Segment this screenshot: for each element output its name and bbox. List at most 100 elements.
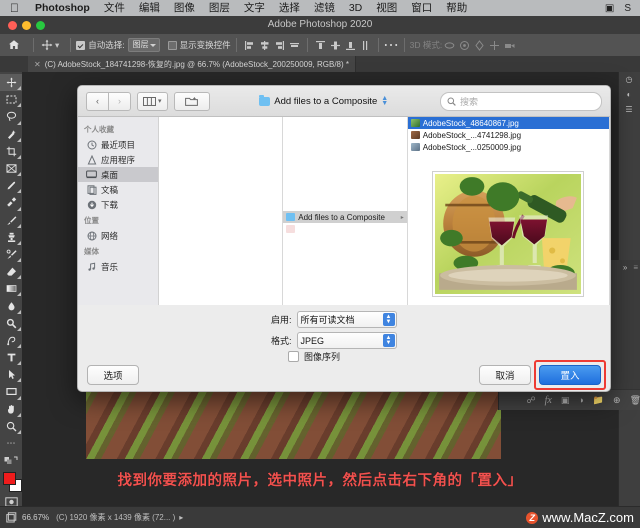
apple-menu-icon[interactable]: : [0, 0, 28, 16]
zoom-level[interactable]: 66.67%: [22, 513, 56, 522]
gradient-tool[interactable]: [0, 280, 22, 297]
menu-item-3d[interactable]: 3D: [342, 0, 369, 16]
lasso-tool[interactable]: [0, 108, 22, 125]
menu-item-select[interactable]: 选择: [272, 0, 307, 16]
menu-item-photoshop[interactable]: Photoshop: [28, 0, 97, 16]
menu-item-help[interactable]: 帮助: [439, 0, 474, 16]
fx-icon[interactable]: fx: [545, 395, 552, 406]
chevron-right-icon[interactable]: ▸: [179, 513, 183, 522]
link-icon[interactable]: ☍: [527, 395, 536, 406]
align-horizontal-centers-icon[interactable]: [257, 38, 272, 53]
default-colors-icon[interactable]: [0, 452, 22, 469]
menu-item-type[interactable]: 文字: [237, 0, 272, 16]
finder-column-3[interactable]: AdobeStock_48640867.jpg AdobeStock_...47…: [407, 117, 610, 305]
sidebar-item-applications[interactable]: 应用程序: [78, 152, 158, 167]
sidebar-item-downloads[interactable]: 下载: [78, 197, 158, 212]
foreground-color-swatch[interactable]: [3, 472, 16, 486]
menu-item-file[interactable]: 文件: [97, 0, 132, 16]
distribute-top-icon[interactable]: [313, 38, 328, 53]
file-row-selected[interactable]: AdobeStock_48640867.jpg: [407, 117, 609, 129]
back-button[interactable]: ‹: [86, 91, 108, 111]
menu-item-layer[interactable]: 图层: [202, 0, 237, 16]
forward-button[interactable]: ›: [108, 91, 131, 111]
chevron-updown-icon[interactable]: ▲ ▼: [381, 95, 388, 107]
sidebar-item-network[interactable]: 网络: [78, 228, 158, 243]
blur-tool[interactable]: [0, 297, 22, 314]
history-brush-tool[interactable]: [0, 246, 22, 263]
edit-toolbar-icon[interactable]: ⋯: [0, 435, 22, 452]
image-sequence-checkbox[interactable]: [288, 351, 299, 362]
eyedropper-tool[interactable]: [0, 177, 22, 194]
align-top-edges-icon[interactable]: [287, 38, 302, 53]
rectangle-tool[interactable]: [0, 383, 22, 400]
path-popup-button[interactable]: Add files to a Composite ▲ ▼: [256, 92, 393, 110]
align-left-edges-icon[interactable]: [242, 38, 257, 53]
search-input[interactable]: 搜索: [440, 91, 602, 111]
close-icon[interactable]: ✕: [34, 60, 41, 69]
file-row-faded[interactable]: [283, 223, 407, 235]
healing-brush-tool[interactable]: [0, 194, 22, 211]
chevron-updown-icon[interactable]: ▲ ▼: [382, 334, 395, 347]
distribute-bottom-icon[interactable]: [343, 38, 358, 53]
new-folder-button[interactable]: [173, 91, 210, 111]
minimize-window-button[interactable]: [22, 21, 31, 30]
distribute-left-icon[interactable]: [358, 38, 373, 53]
sidebar-item-documents[interactable]: 文稿: [78, 182, 158, 197]
path-selection-tool[interactable]: [0, 366, 22, 383]
chevron-right-double-icon[interactable]: »: [623, 263, 627, 272]
panel-menu-icon[interactable]: ≡: [633, 263, 638, 272]
type-tool[interactable]: [0, 349, 22, 366]
menu-item-filter[interactable]: 滤镜: [307, 0, 342, 16]
move-tool-dropdown-arrow[interactable]: ▾: [55, 40, 59, 51]
dodge-tool[interactable]: [0, 315, 22, 332]
hand-tool[interactable]: [0, 401, 22, 418]
zoom-tool[interactable]: [0, 418, 22, 435]
clone-stamp-tool[interactable]: [0, 229, 22, 246]
frame-tool[interactable]: [0, 160, 22, 177]
menu-item-image[interactable]: 图像: [167, 0, 202, 16]
folder-row-composite[interactable]: Add files to a Composite ▸: [283, 211, 407, 223]
crop-tool[interactable]: [0, 143, 22, 160]
sidebar-item-recents[interactable]: 最近项目: [78, 137, 158, 152]
eraser-tool[interactable]: [0, 263, 22, 280]
options-button[interactable]: 选项: [87, 364, 139, 385]
sidebar-item-music[interactable]: 音乐: [78, 259, 158, 274]
auto-select-target-dropdown[interactable]: 图层: [127, 38, 160, 52]
ellipsis-icon[interactable]: ⋯: [383, 37, 399, 54]
show-transform-controls-checkbox[interactable]: [167, 40, 177, 50]
libraries-panel-icon[interactable]: ☰: [618, 102, 640, 117]
align-right-edges-icon[interactable]: [272, 38, 287, 53]
color-swatches[interactable]: [0, 469, 22, 493]
spotlight-icon[interactable]: S: [619, 3, 636, 14]
new-layer-icon[interactable]: ⊕: [613, 395, 621, 406]
view-mode-button[interactable]: ▾: [137, 91, 168, 111]
image-sequence-field[interactable]: 图像序列: [288, 350, 340, 363]
pen-tool[interactable]: [0, 332, 22, 349]
move-tool[interactable]: [0, 74, 22, 92]
mask-icon[interactable]: ▣: [561, 395, 570, 406]
menu-item-view[interactable]: 视图: [369, 0, 404, 16]
auto-select-checkbox[interactable]: [76, 40, 86, 50]
home-icon[interactable]: [0, 39, 28, 51]
file-row[interactable]: AdobeStock_...4741298.jpg: [408, 129, 609, 141]
file-row[interactable]: AdobeStock_...0250009.jpg: [408, 141, 609, 153]
cancel-button[interactable]: 取消: [479, 364, 531, 385]
history-panel-icon[interactable]: ◷: [618, 72, 640, 87]
chevron-updown-icon[interactable]: ▲ ▼: [382, 313, 395, 326]
adjustment-icon[interactable]: ◑: [578, 395, 583, 405]
format-dropdown[interactable]: JPEG ▲ ▼: [296, 332, 397, 349]
folder-icon[interactable]: 📁: [593, 395, 604, 406]
adjustments-panel-icon[interactable]: ◐: [618, 87, 640, 102]
close-window-button[interactable]: [8, 21, 17, 30]
document-icon[interactable]: [0, 512, 22, 523]
trash-icon[interactable]: 🗑: [630, 395, 640, 406]
menu-item-edit[interactable]: 编辑: [132, 0, 167, 16]
marquee-tool[interactable]: [0, 91, 22, 108]
sidebar-item-desktop[interactable]: 桌面: [78, 167, 158, 182]
document-tab[interactable]: ✕ (C) AdobeStock_184741298-恢复的.jpg @ 66.…: [28, 56, 357, 72]
move-tool-icon[interactable]: [39, 38, 54, 53]
enable-dropdown[interactable]: 所有可读文档 ▲ ▼: [296, 311, 397, 328]
brush-tool[interactable]: [0, 212, 22, 229]
finder-column-2[interactable]: Add files to a Composite ▸: [283, 117, 408, 305]
place-file-dialog[interactable]: ‹ › ▾ Add files to a Composite ▲ ▼ 搜索 个人收…: [77, 85, 611, 392]
